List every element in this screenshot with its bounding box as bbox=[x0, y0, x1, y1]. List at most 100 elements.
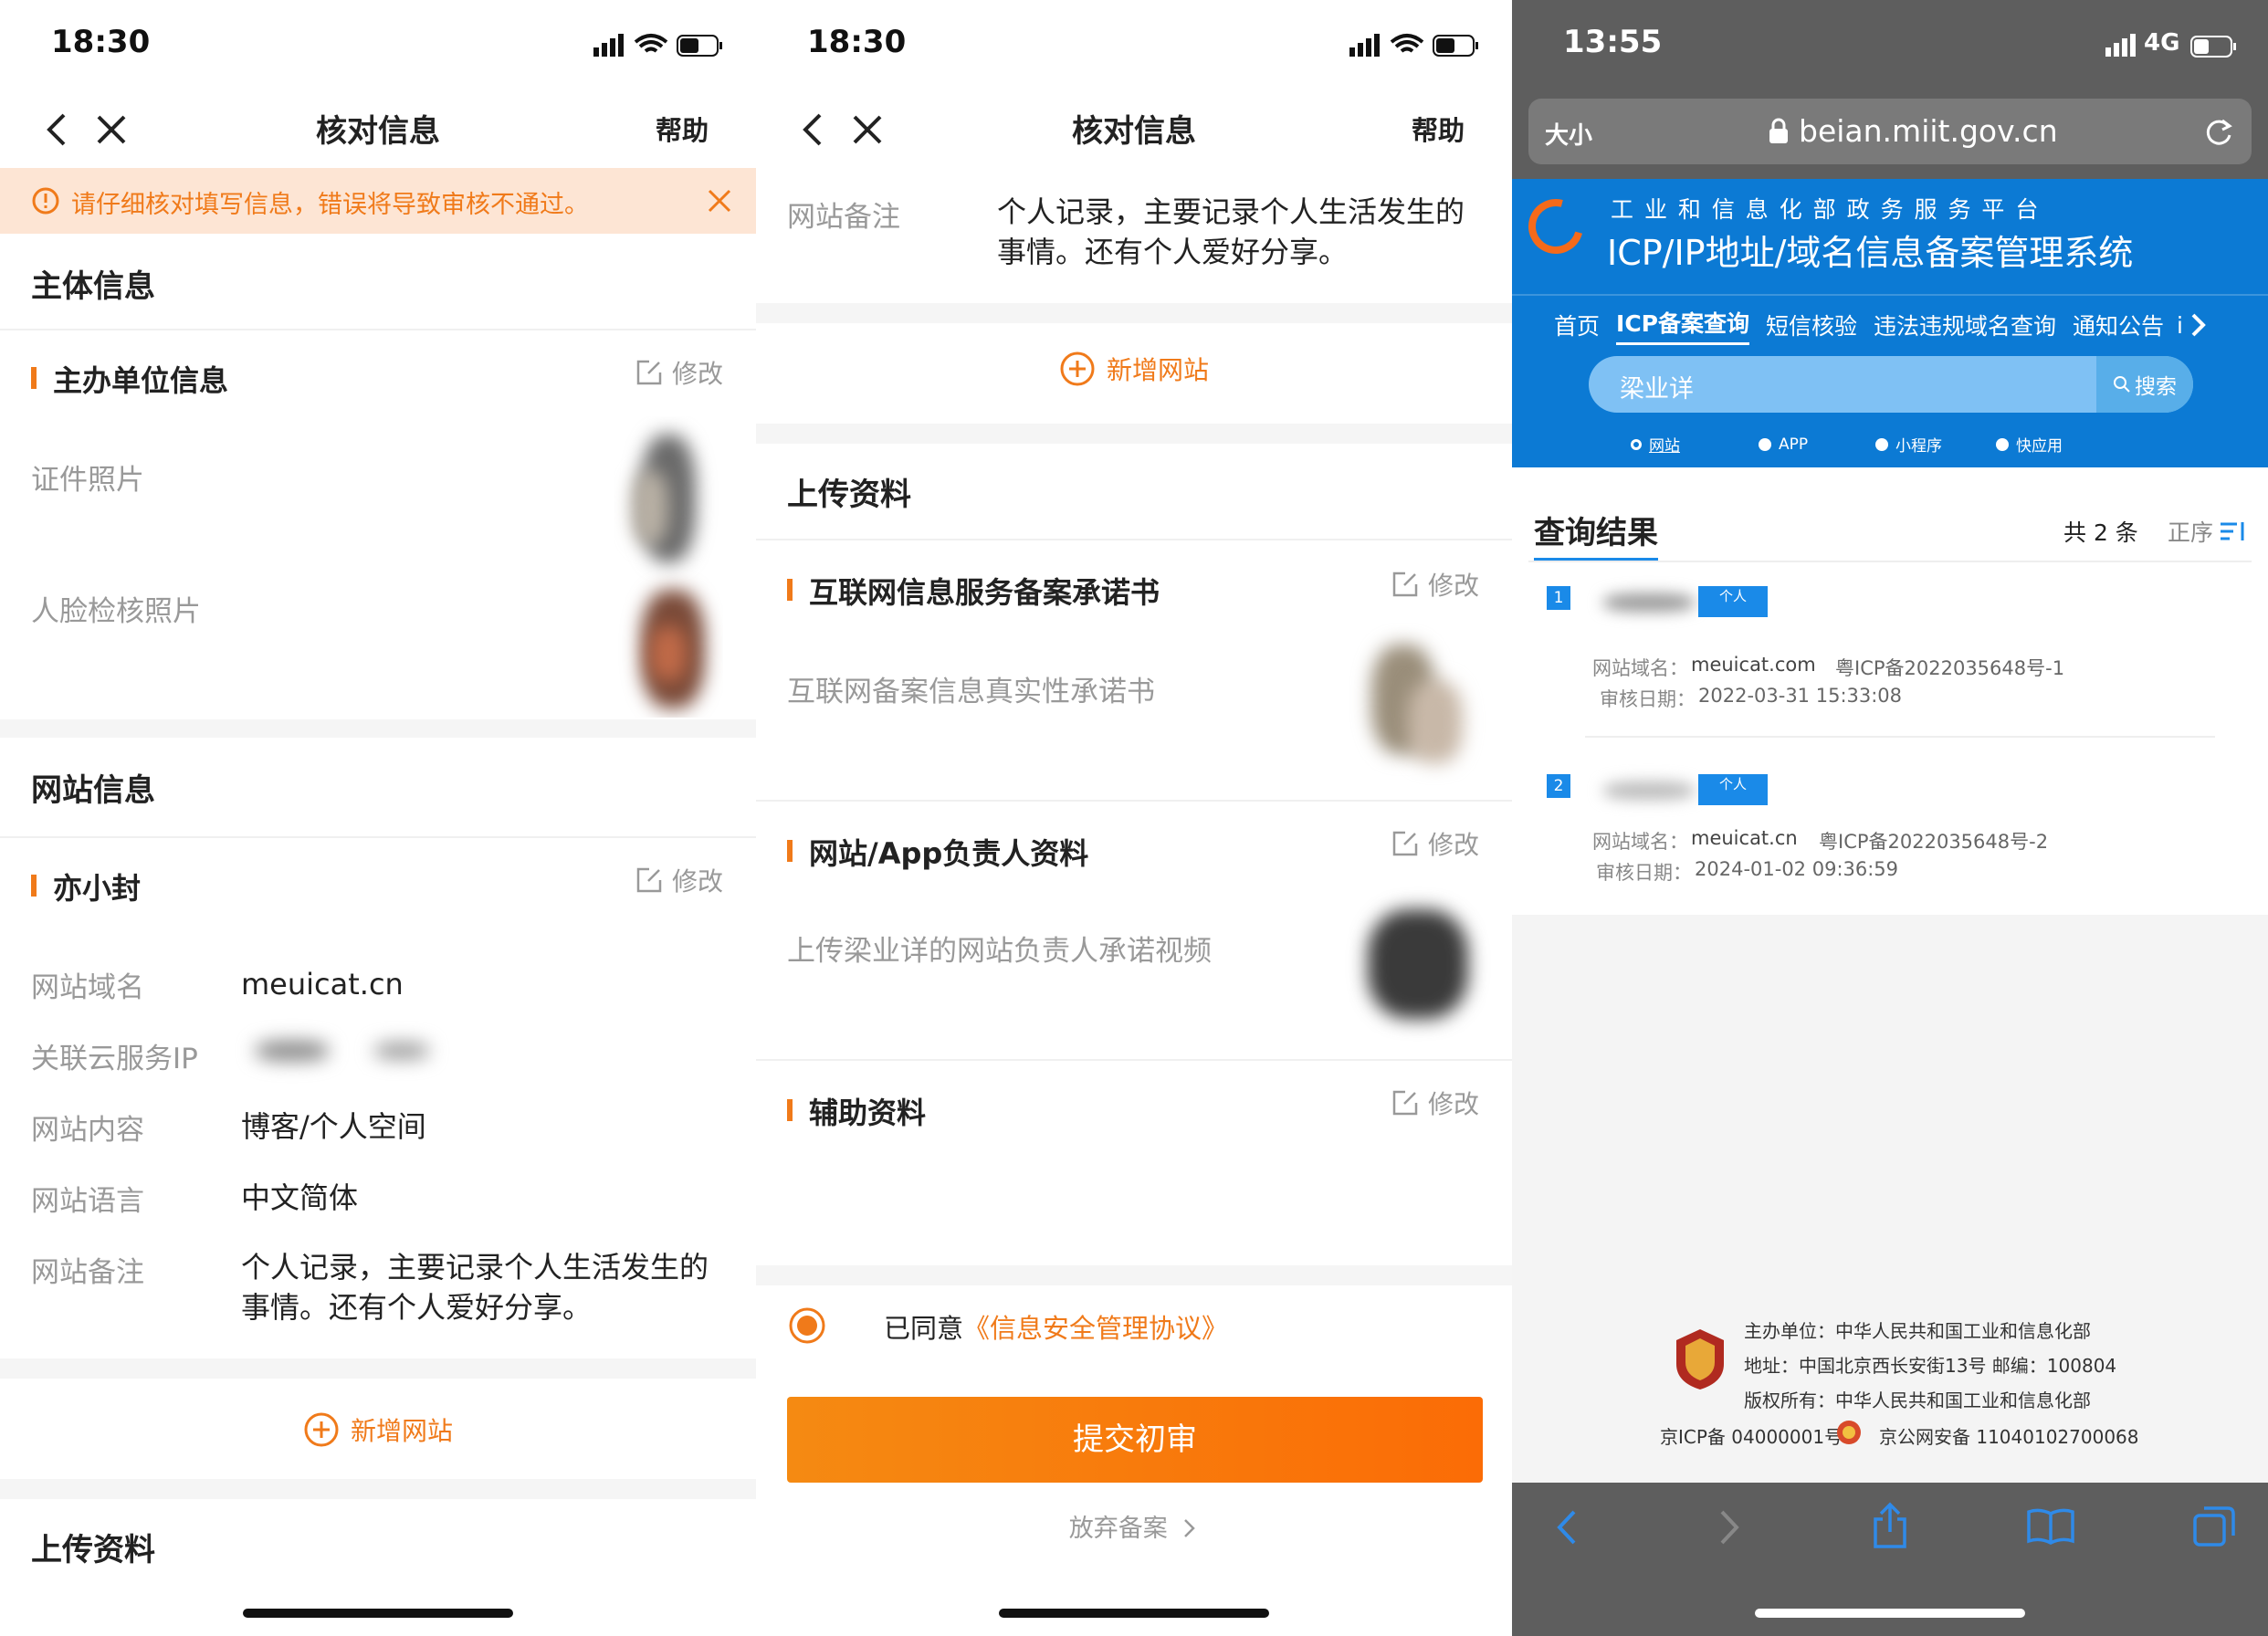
site-header: 工 业 和 信 息 化 部 政 务 服 务 平 台 ICP/IP地址/域名信息备… bbox=[1512, 179, 2268, 467]
text-size-button[interactable]: 大小 bbox=[1545, 117, 1592, 151]
home-indicator bbox=[999, 1609, 1269, 1618]
upload-item-desc: 上传梁业详的网站负责人承诺视频 bbox=[787, 935, 1212, 968]
edit-button[interactable]: 修改 bbox=[1391, 566, 1479, 603]
row-label: 网站语言 bbox=[31, 1185, 144, 1218]
radio-mini-program[interactable]: 小程序 bbox=[1875, 433, 1996, 456]
radio-app[interactable]: APP bbox=[1759, 433, 1875, 456]
row-label: 网站备注 bbox=[31, 1256, 144, 1289]
menu-item-home[interactable]: 首页 bbox=[1554, 309, 1600, 341]
search-icon bbox=[2114, 376, 2130, 393]
home-indicator bbox=[243, 1609, 513, 1618]
result-index: 2 bbox=[1547, 774, 1570, 798]
edit-icon bbox=[1392, 831, 1418, 856]
agreement-link[interactable]: 《信息安全管理协议》 bbox=[963, 1313, 1228, 1344]
result-domain: meuicat.com bbox=[1691, 654, 1816, 676]
lock-icon bbox=[1769, 118, 1788, 143]
nav-bar: 核对信息 帮助 bbox=[0, 91, 756, 168]
page-title: 核对信息 bbox=[316, 113, 440, 150]
panel-review-1: 18:30 核对信息 帮助 请仔细核对填写信息，错误将导致审核不通过。 主体信息… bbox=[0, 0, 756, 1636]
add-site-row: 新增网站 bbox=[0, 1379, 756, 1479]
edit-button[interactable]: 修改 bbox=[635, 354, 723, 391]
menu-item-notice[interactable]: 通知公告 bbox=[2073, 309, 2164, 341]
edit-icon bbox=[636, 360, 662, 385]
search-button[interactable]: 搜索 bbox=[2096, 356, 2193, 413]
panel-browser: 13:55 4G 大小 beian.miit.gov.cn 工 业 和 信 息 … bbox=[1512, 0, 2268, 1636]
panel-review-2: 18:30 核对信息 帮助 网站备注 个人记录，主要记录个人生活发生的事情。还有… bbox=[756, 0, 1512, 1636]
site-logo-icon bbox=[1518, 189, 1593, 264]
redacted-ip bbox=[228, 1030, 447, 1072]
row-value: 中文简体 bbox=[241, 1180, 359, 1215]
menu-item-icp-query[interactable]: ICP备案查询 bbox=[1616, 306, 1749, 345]
help-button[interactable]: 帮助 bbox=[656, 110, 709, 148]
row-value: meuicat.cn bbox=[241, 967, 404, 1002]
dismiss-icon[interactable] bbox=[707, 188, 732, 214]
warning-banner: 请仔细核对填写信息，错误将导致审核不通过。 bbox=[0, 168, 756, 234]
address-bar[interactable]: 大小 beian.miit.gov.cn bbox=[1528, 99, 2252, 164]
edit-button[interactable]: 修改 bbox=[635, 862, 723, 898]
upload-section: 上传资料 bbox=[0, 1499, 756, 1570]
plus-circle-icon bbox=[304, 1412, 339, 1447]
tabs-icon[interactable] bbox=[2191, 1505, 2237, 1550]
status-time: 13:55 bbox=[1563, 24, 1663, 60]
status-time: 18:30 bbox=[51, 24, 151, 60]
menu-item-illegal-domain[interactable]: 违法违规域名查询 bbox=[1874, 309, 2056, 341]
photo-thumbnail[interactable] bbox=[614, 416, 723, 718]
result-item[interactable]: 2 个人 网站域名： meuicat.cn 粤ICP备2022035648号-2… bbox=[1512, 760, 2268, 906]
radio-quick-app[interactable]: 快应用 bbox=[1996, 433, 2063, 456]
bookmarks-icon[interactable] bbox=[2025, 1506, 2076, 1547]
reload-icon[interactable] bbox=[2202, 117, 2235, 150]
video-thumbnail[interactable] bbox=[1349, 891, 1486, 1046]
radio-website[interactable]: 网站 bbox=[1631, 433, 1759, 456]
agree-radio[interactable] bbox=[787, 1306, 827, 1346]
address-area: 大小 beian.miit.gov.cn bbox=[1512, 91, 2268, 179]
result-icp: 粤ICP备2022035648号-2 bbox=[1819, 831, 2049, 853]
result-item[interactable]: 1 个人 网站域名： meuicat.com 粤ICP备2022035648号-… bbox=[1512, 586, 2268, 750]
warning-text: 请仔细核对填写信息，错误将导致审核不通过。 bbox=[71, 191, 589, 219]
result-domain: meuicat.cn bbox=[1691, 827, 1798, 849]
page-title: 核对信息 bbox=[1072, 113, 1196, 150]
footer-icp-link[interactable]: 京ICP备 04000001号 bbox=[1660, 1422, 1843, 1449]
add-site-row: 新增网站 bbox=[756, 323, 1512, 424]
sort-button[interactable]: 正序 bbox=[2168, 515, 2246, 548]
add-site-button[interactable]: 新增网站 bbox=[756, 351, 1512, 387]
result-icp: 粤ICP备2022035648号-1 bbox=[1835, 657, 2065, 679]
menu-item-sms[interactable]: 短信核验 bbox=[1766, 309, 1857, 341]
footer-line: 地址：中国北京西长安街13号 邮编：100804 bbox=[1744, 1355, 2117, 1377]
agree-text: 已同意《信息安全管理协议》 bbox=[884, 1313, 1229, 1344]
site-section: 网站信息 亦小封 修改 网站域名 meuicat.cn 关联云服务IP 网站内容… bbox=[0, 738, 756, 1358]
site-menu: 首页 ICP备案查询 短信核验 违法违规域名查询 通知公告 i bbox=[1512, 296, 2268, 354]
note-row: 网站备注 个人记录，主要记录个人生活发生的事情。还有个人爱好分享。 bbox=[756, 168, 1512, 303]
result-index: 1 bbox=[1547, 586, 1570, 610]
footer-police-link[interactable]: 京公网安备 11040102700068 bbox=[1879, 1422, 2139, 1449]
edit-button[interactable]: 修改 bbox=[1391, 1085, 1479, 1121]
section-title: 上传资料 bbox=[787, 477, 911, 513]
result-tag: 个人 bbox=[1698, 586, 1768, 617]
submit-area: 已同意《信息安全管理协议》 提交初审 放弃备案 bbox=[756, 1285, 1512, 1636]
redacted-name bbox=[1594, 778, 1704, 803]
home-indicator bbox=[1755, 1609, 2025, 1618]
section-title: 网站信息 bbox=[31, 772, 155, 809]
police-badge-icon bbox=[1837, 1421, 1861, 1444]
search-bar: 梁业详 搜索 bbox=[1589, 356, 2193, 413]
share-icon[interactable] bbox=[1870, 1501, 1910, 1550]
edit-button[interactable]: 修改 bbox=[1391, 825, 1479, 862]
subject-section: 主体信息 主办单位信息 修改 证件照片 人脸检核照片 bbox=[0, 234, 756, 719]
help-button[interactable]: 帮助 bbox=[1412, 110, 1465, 148]
forward-icon[interactable] bbox=[1711, 1506, 1748, 1548]
menu-item-more[interactable]: i bbox=[2177, 312, 2183, 339]
row-label: 网站域名 bbox=[31, 971, 144, 1004]
abandon-link[interactable]: 放弃备案 bbox=[756, 1508, 1512, 1544]
subsection-title: 主办单位信息 bbox=[31, 358, 228, 400]
add-site-button[interactable]: 新增网站 bbox=[0, 1411, 756, 1448]
back-icon[interactable] bbox=[1549, 1506, 1585, 1548]
chevron-right-icon[interactable] bbox=[2189, 312, 2209, 338]
submit-button[interactable]: 提交初审 bbox=[787, 1397, 1483, 1483]
chevron-right-icon bbox=[1184, 1519, 1196, 1537]
document-thumbnail[interactable] bbox=[1353, 626, 1481, 800]
warning-icon bbox=[32, 187, 59, 215]
search-input[interactable]: 梁业详 bbox=[1620, 369, 1694, 404]
results-panel: 查询结果 共 2 条 正序 1 个人 网站域名： meuicat.com 粤IC… bbox=[1512, 467, 2268, 915]
status-bar: 18:30 bbox=[0, 0, 756, 91]
result-tag: 个人 bbox=[1698, 774, 1768, 805]
row-value: 个人记录，主要记录个人生活发生的事情。还有个人爱好分享。 bbox=[997, 194, 1465, 269]
